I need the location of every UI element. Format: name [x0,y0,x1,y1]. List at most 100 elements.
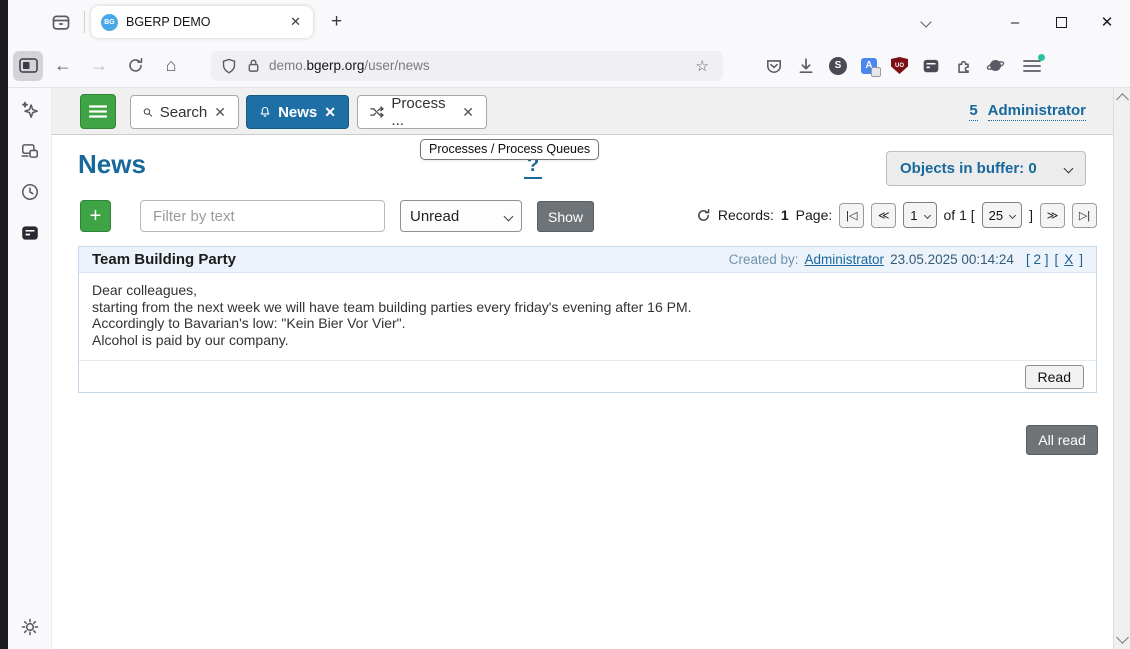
page-select[interactable]: 1 [903,202,936,228]
author-link[interactable]: Administrator [805,252,885,267]
browser-tabstrip: BG BGERP DEMO ✕ + – ✕ [8,0,1130,44]
close-news-link[interactable]: X [1064,252,1073,267]
buffer-label: Objects in buffer: 0 [900,160,1037,177]
ai-sparkle-icon[interactable] [20,100,40,120]
ublock-icon[interactable]: UO [891,57,908,74]
status-select[interactable]: Unread [400,200,522,232]
prev-page-button[interactable]: ≪ [871,203,896,228]
tooltip: Processes / Process Queues [420,139,599,160]
new-tab-button[interactable]: + [323,11,350,33]
user-name-link[interactable]: Administrator [988,102,1086,121]
window-close-button[interactable]: ✕ [1084,2,1130,42]
firefox-view-icon[interactable] [46,7,76,37]
tab-label: News [278,104,317,121]
tab-list-chevron-icon[interactable] [922,13,930,31]
page-content: Search ✕ News ✕ Process ... ✕ 5 Administ… [52,88,1113,649]
news-meta: Created by: Administrator 23.05.2025 00:… [729,252,1083,267]
minimize-button[interactable]: – [992,2,1038,42]
news-item-footer: Read [79,361,1096,392]
scroll-up-icon[interactable] [1116,93,1129,106]
app-header: Search ✕ News ✕ Process ... ✕ 5 Administ… [52,88,1113,135]
chevron-down-icon [1009,211,1016,218]
history-clock-icon[interactable] [20,182,40,202]
pagination: Records: 1 Page: |◁ ≪ 1 of 1 [ 25 ] ≫ ▷| [696,202,1097,228]
container-icon[interactable] [922,57,940,75]
page-title: News [78,149,146,180]
tab-close-icon[interactable]: ✕ [324,104,336,121]
news-datetime: 23.05.2025 00:14:24 [890,252,1014,267]
status-select-value: Unread [410,208,459,225]
search-icon [143,105,153,120]
news-item: Team Building Party Created by: Administ… [78,246,1097,393]
read-button[interactable]: Read [1025,365,1084,389]
created-by-label: Created by: [729,252,799,267]
app-menu-button[interactable] [80,94,116,129]
chevron-down-icon [504,211,514,221]
lock-icon[interactable] [246,58,261,73]
first-page-button[interactable]: |◁ [839,203,864,228]
news-body-line: Alcohol is paid by our company. [92,332,1083,349]
update-dot [1038,54,1045,61]
bell-icon [259,104,271,120]
records-label: Records: [718,207,774,223]
news-title: Team Building Party [92,251,236,268]
extensions-puzzle-icon[interactable] [954,57,972,75]
show-button[interactable]: Show [537,201,594,232]
records-value: 1 [781,207,789,223]
translate-icon[interactable]: A [861,58,877,74]
news-body-line: Dear colleagues, [92,282,1083,299]
vpn-planet-icon[interactable] [986,56,1005,75]
last-page-button[interactable]: ▷| [1072,203,1097,228]
chevron-down-icon [1064,164,1074,174]
hamburger-menu-icon[interactable] [1019,53,1045,79]
url-bar[interactable]: demo.bgerp.org/user/news ☆ [211,51,723,81]
shield-icon[interactable] [221,58,237,74]
x-bracket-close: ] [1079,252,1083,267]
x-bracket-open: [ [1054,252,1058,267]
news-body: Dear colleagues, starting from the next … [79,273,1096,361]
tab-separator [84,11,85,33]
sidebar-toggle-icon[interactable] [13,51,43,81]
app-tab-news[interactable]: News ✕ [246,95,349,129]
forward-icon[interactable]: → [83,51,115,81]
browser-tab[interactable]: BG BGERP DEMO ✕ [91,6,313,38]
tab-close-icon[interactable]: ✕ [286,12,305,32]
app-tab-search[interactable]: Search ✕ [130,95,239,129]
tab-title: BGERP DEMO [126,15,286,29]
extension-s-icon[interactable]: S [829,57,847,75]
refresh-icon[interactable] [696,208,711,223]
add-news-button[interactable]: + [80,200,111,232]
objects-buffer-button[interactable]: Objects in buffer: 0 [886,151,1086,186]
settings-gear-icon[interactable] [20,617,40,637]
app-tab-process[interactable]: Process ... ✕ [357,95,487,129]
tab-label: Search [160,104,208,121]
browser-toolbar: ← → ⌂ demo.bgerp.org/user/news ☆ S A UO [8,44,1130,88]
reload-icon[interactable] [119,51,151,81]
page-label: Page: [796,207,833,223]
all-read-button[interactable]: All read [1026,425,1098,455]
next-page-button[interactable]: ≫ [1040,203,1065,228]
bookmark-star-icon[interactable]: ☆ [692,57,713,75]
synced-tabs-icon[interactable] [20,141,40,161]
news-item-header: Team Building Party Created by: Administ… [79,247,1096,273]
of-label: of 1 [ [944,207,975,223]
user-links: 5 Administrator [969,102,1086,121]
maximize-button[interactable] [1038,2,1084,42]
user-id-link[interactable]: 5 [969,102,977,121]
back-icon[interactable]: ← [47,51,79,81]
tab-close-icon[interactable]: ✕ [214,104,226,121]
bookmarks-tray-icon[interactable] [20,223,40,243]
page-scrollbar[interactable] [1113,88,1130,649]
home-icon[interactable]: ⌂ [155,51,187,81]
scroll-down-icon[interactable] [1116,631,1129,644]
bracket-close: ] [1029,207,1033,223]
url-text[interactable]: demo.bgerp.org/user/news [269,58,692,73]
tab-label: Process ... [391,95,455,129]
page-size-select[interactable]: 25 [982,202,1022,228]
chevron-down-icon [923,211,930,218]
pocket-icon[interactable] [765,57,783,75]
filter-input[interactable] [140,200,385,232]
tab-close-icon[interactable]: ✕ [462,104,474,121]
download-icon[interactable] [797,57,815,75]
news-body-line: Accordingly to Bavarian's low: "Kein Bie… [92,315,1083,332]
